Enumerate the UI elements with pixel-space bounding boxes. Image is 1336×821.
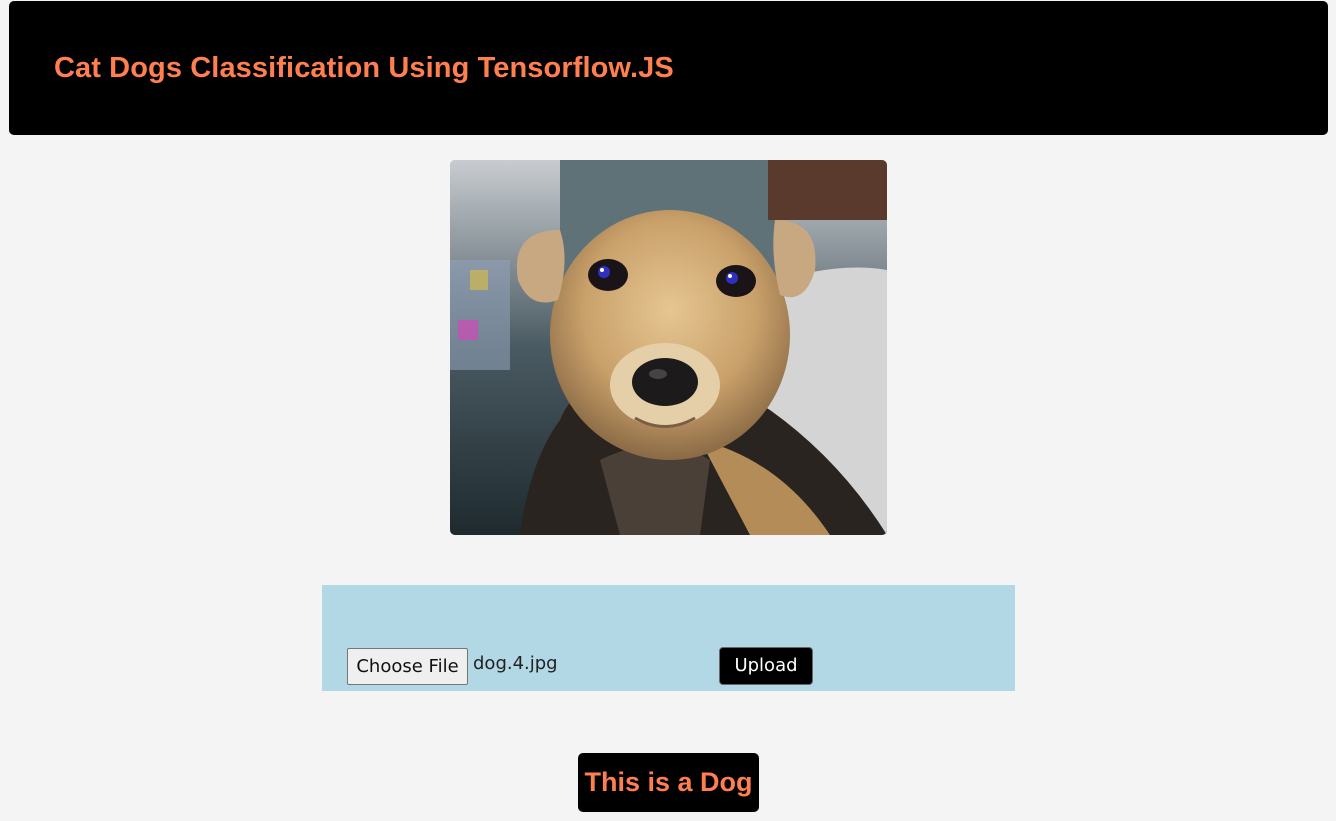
upload-button[interactable]: Upload [719,647,813,685]
upload-form: Choose File dog.4.jpg Upload [322,585,1015,691]
prediction-result: This is a Dog [578,753,759,812]
image-preview [450,160,887,535]
page-title: Cat Dogs Classification Using Tensorflow… [54,52,674,84]
choose-file-button[interactable]: Choose File [347,648,468,685]
dog-photo [450,160,887,535]
selected-file-name: dog.4.jpg [473,653,558,674]
app-header: Cat Dogs Classification Using Tensorflow… [9,1,1328,135]
